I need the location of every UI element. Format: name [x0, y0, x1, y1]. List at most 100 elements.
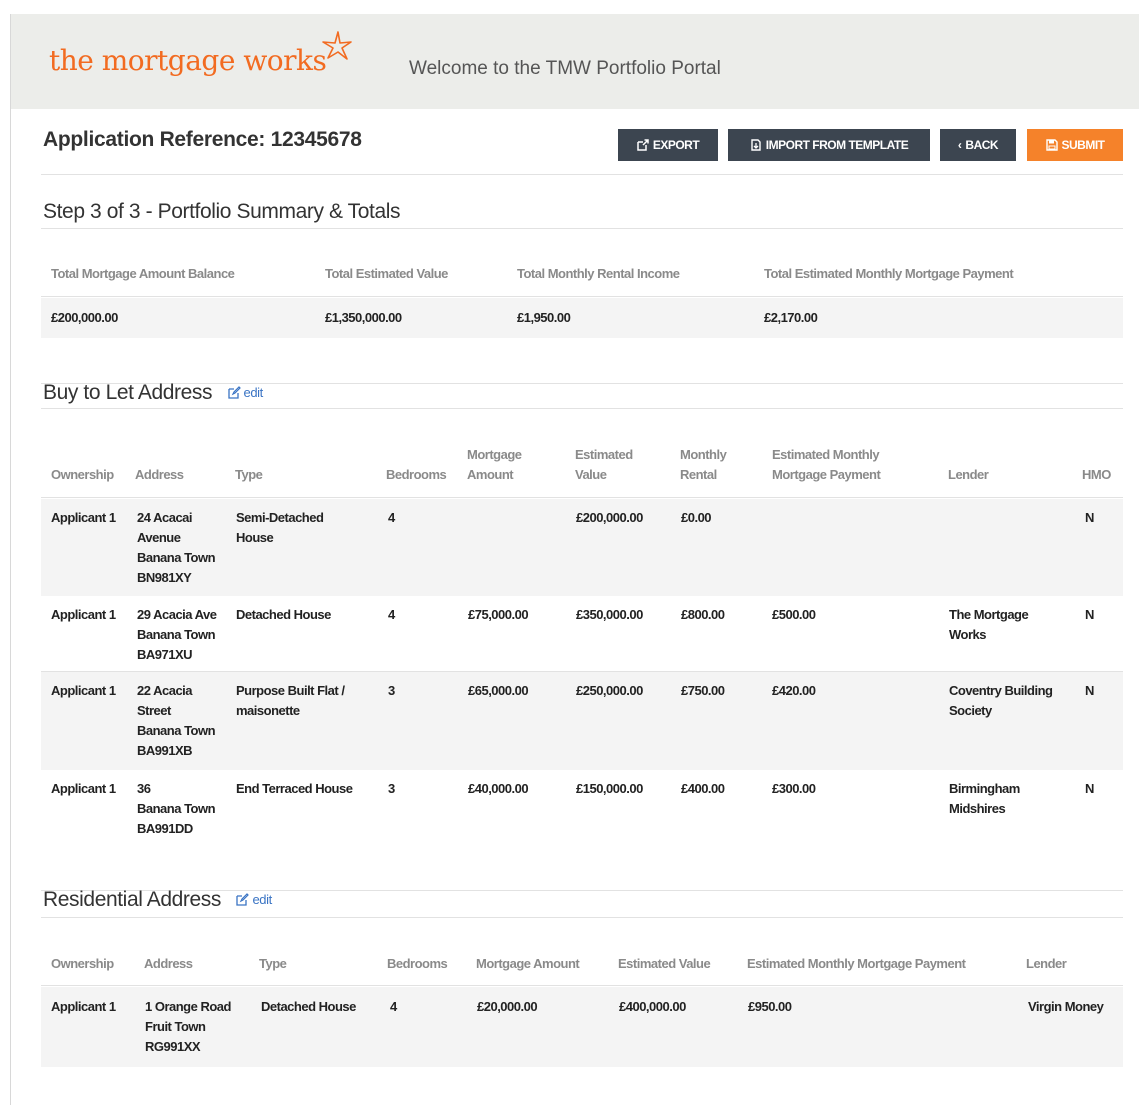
- chevron-left-icon: ‹: [957, 138, 962, 152]
- divider: [41, 174, 1123, 175]
- residential-header-row: Ownership Address Type Bedrooms Mortgage…: [41, 946, 1123, 986]
- submit-button[interactable]: SUBMIT: [1027, 129, 1123, 161]
- cell-lender: Virgin Money: [1028, 999, 1104, 1014]
- residential-edit-label: edit: [252, 892, 272, 907]
- cell-address: 29 Acacia Ave Banana Town BA971XU: [137, 605, 217, 665]
- address-line: 29 Acacia Ave: [137, 607, 217, 622]
- address-line: BN981XY: [137, 570, 192, 585]
- cell-estimated-value: £400,000.00: [619, 999, 686, 1014]
- btl-header-row: Ownership Address Type Bedrooms Mortgage…: [41, 440, 1123, 498]
- import-from-template-button[interactable]: IMPORT FROM TEMPLATE: [728, 129, 930, 161]
- edit-icon: [227, 386, 241, 399]
- col-header-line: Estimated Monthly: [772, 447, 880, 462]
- cell-bedrooms: 3: [388, 683, 395, 698]
- external-link-icon: [637, 139, 649, 151]
- btl-section-title: Buy to Let Address edit: [43, 381, 263, 405]
- cell-monthly-rental: £400.00: [681, 781, 725, 796]
- cell-ownership: Applicant 1: [51, 999, 116, 1014]
- cell-bedrooms: 4: [388, 510, 395, 525]
- divider: [41, 408, 1123, 409]
- cell-monthly-payment: £420.00: [772, 683, 816, 698]
- cell-hmo: N: [1085, 510, 1094, 525]
- total-estimated-value: £1,350,000.00: [325, 310, 402, 325]
- cell-estimated-value: £200,000.00: [576, 510, 643, 525]
- cell-mortgage-amount: £40,000.00: [468, 781, 529, 796]
- residential-edit-link[interactable]: edit: [236, 892, 272, 907]
- col-bedrooms: Bedrooms: [386, 467, 447, 482]
- import-label: IMPORT FROM TEMPLATE: [765, 138, 909, 152]
- col-monthly-rental: Monthly Rental: [680, 445, 727, 485]
- btl-title: Buy to Let Address: [43, 381, 213, 404]
- totals-header: Total Estimated Value: [325, 266, 448, 281]
- cell-lender: The Mortgage Works: [949, 605, 1029, 645]
- cell-hmo: N: [1085, 781, 1094, 796]
- divider: [41, 228, 1123, 229]
- brand-logo[interactable]: the mortgage works: [49, 31, 354, 77]
- cell-ownership: Applicant 1: [51, 781, 116, 796]
- col-type: Type: [259, 956, 287, 971]
- lender-line: Coventry Building: [949, 683, 1053, 698]
- cell-bedrooms: 4: [390, 999, 397, 1014]
- cell-estimated-value: £250,000.00: [576, 683, 643, 698]
- cell-address: 24 Acacai Avenue Banana Town BN981XY: [137, 508, 216, 588]
- address-line: Banana Town: [137, 801, 216, 816]
- cell-address: 22 Acacia Street Banana Town BA991XB: [137, 681, 216, 761]
- header-bar: the mortgage works Welcome to the TMW Po…: [11, 14, 1139, 109]
- cell-bedrooms: 4: [388, 607, 395, 622]
- address-line: BA971XU: [137, 647, 193, 662]
- totals-header: Total Estimated Monthly Mortgage Payment: [764, 266, 1014, 281]
- star-icon: [322, 31, 353, 60]
- col-address: Address: [144, 956, 193, 971]
- col-header-line: Estimated: [575, 447, 633, 462]
- back-label: BACK: [965, 138, 999, 152]
- table-row: Applicant 1 29 Acacia Ave Banana Town BA…: [41, 596, 1123, 672]
- address-line: 36: [137, 781, 151, 796]
- cell-address: 1 Orange Road Fruit Town RG991XX: [145, 997, 231, 1057]
- table-row: Applicant 1 24 Acacai Avenue Banana Town…: [41, 499, 1123, 596]
- address-line: Fruit Town: [145, 1019, 206, 1034]
- file-import-icon: [751, 139, 761, 151]
- cell-monthly-payment: £950.00: [748, 999, 792, 1014]
- address-line: 1 Orange Road: [145, 999, 231, 1014]
- cell-monthly-rental: £750.00: [681, 683, 725, 698]
- cell-monthly-rental: £0.00: [681, 510, 712, 525]
- export-button[interactable]: EXPORT: [618, 129, 718, 161]
- cell-hmo: N: [1085, 683, 1094, 698]
- address-line: Street: [137, 703, 171, 718]
- cell-monthly-payment: £500.00: [772, 607, 816, 622]
- col-type: Type: [235, 467, 263, 482]
- btl-edit-link[interactable]: edit: [227, 385, 264, 400]
- cell-bedrooms: 3: [388, 781, 395, 796]
- submit-label: SUBMIT: [1061, 138, 1106, 152]
- col-monthly-payment: Estimated Monthly Mortgage Payment: [747, 956, 966, 971]
- welcome-text: Welcome to the TMW Portfolio Portal: [409, 58, 721, 79]
- address-line: Avenue: [137, 530, 181, 545]
- type-line: maisonette: [236, 703, 300, 718]
- address-line: BA991XB: [137, 743, 193, 758]
- address-line: Banana Town: [137, 550, 216, 565]
- totals-header-row: Total Mortgage Amount Balance Total Esti…: [41, 257, 1123, 297]
- btl-edit-label: edit: [243, 385, 264, 400]
- cell-hmo: N: [1085, 607, 1094, 622]
- address-line: Banana Town: [137, 723, 216, 738]
- address-line: 24 Acacai: [137, 510, 193, 525]
- back-button[interactable]: ‹ BACK: [940, 129, 1016, 161]
- table-row: Applicant 1 22 Acacia Street Banana Town…: [41, 672, 1123, 770]
- total-monthly-rental: £1,950.00: [517, 310, 571, 325]
- lender-line: Works: [949, 627, 987, 642]
- col-lender: Lender: [948, 467, 989, 482]
- save-icon: [1045, 139, 1058, 151]
- cell-estimated-value: £150,000.00: [576, 781, 643, 796]
- page: the mortgage works Welcome to the TMW Po…: [0, 0, 1139, 1105]
- col-hmo: HMO: [1082, 467, 1111, 482]
- totals-header: Total Monthly Rental Income: [517, 266, 680, 281]
- divider: [41, 917, 1123, 918]
- col-header-line: Rental: [680, 467, 717, 482]
- total-monthly-payment: £2,170.00: [764, 310, 818, 325]
- col-mortgage-amount: Mortgage Amount: [476, 956, 580, 971]
- lender-line: The Mortgage: [949, 607, 1029, 622]
- cell-lender: Birmingham Midshires: [949, 779, 1020, 819]
- step-title: Step 3 of 3 - Portfolio Summary & Totals: [43, 200, 401, 223]
- cell-type: Purpose Built Flat / maisonette: [236, 681, 345, 721]
- col-estimated-value: Estimated Value: [618, 956, 711, 971]
